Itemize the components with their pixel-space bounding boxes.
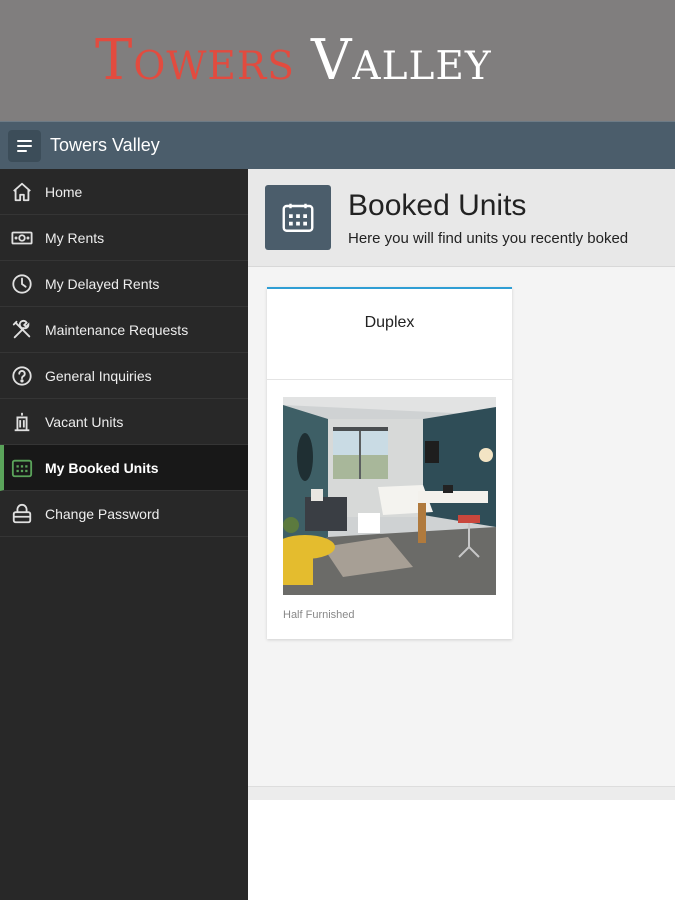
sidebar-item-label: General Inquiries	[45, 367, 152, 384]
sidebar-item-general-inquiries[interactable]: General Inquiries	[0, 353, 248, 399]
page-title: Booked Units	[348, 189, 527, 222]
card-divider	[267, 379, 512, 380]
calendar-icon	[10, 456, 34, 480]
sidebar-item-label: My Rents	[45, 229, 105, 246]
brand-logo: Towers Valley	[95, 28, 492, 94]
app-banner: Towers Valley	[0, 0, 675, 121]
lock-icon	[10, 502, 34, 526]
main-footer-strip	[248, 786, 675, 800]
logo-word-valley: Valley	[310, 28, 492, 93]
app-title: Towers Valley	[50, 135, 160, 155]
page-subtitle: Here you will find units you recently bo…	[348, 230, 629, 247]
sidebar-item-label: Change Password	[45, 505, 160, 522]
sidebar-item-label: Vacant Units	[45, 413, 124, 430]
sidebar-item-label: Home	[45, 183, 83, 200]
calendar-icon	[265, 185, 331, 250]
unit-card[interactable]: Duplex Half Furnished	[267, 287, 512, 639]
sidebar-item-home[interactable]: Home	[0, 169, 248, 215]
menu-icon-line	[17, 150, 27, 152]
sidebar-item-change-password[interactable]: Change Password	[0, 491, 248, 537]
unit-card-title: Duplex	[364, 314, 415, 331]
sidebar-item-label: My Booked Units	[45, 459, 159, 476]
menu-toggle-button[interactable]	[8, 130, 41, 162]
sidebar-item-my-delayed-rents[interactable]: My Delayed Rents	[0, 261, 248, 307]
room-photo[interactable]	[283, 397, 496, 595]
menu-icon	[17, 140, 32, 142]
money-icon	[10, 226, 34, 250]
menu-icon-line	[17, 145, 32, 147]
sidebar-item-vacant-units[interactable]: Vacant Units	[0, 399, 248, 445]
sidebar-item-my-booked-units[interactable]: My Booked Units	[0, 445, 248, 491]
building-icon	[10, 410, 34, 434]
sidebar-item-label: My Delayed Rents	[45, 275, 160, 292]
home-icon	[10, 180, 34, 204]
question-icon	[10, 364, 34, 388]
sidebar-item-label: Maintenance Requests	[45, 321, 189, 338]
page-header: Booked Units Here you will find units yo…	[248, 169, 675, 267]
sidebar-item-maintenance-requests[interactable]: Maintenance Requests	[0, 307, 248, 353]
main-content: Booked Units Here you will find units yo…	[248, 169, 675, 800]
sidebar-nav: Home My Rents My Delayed Rents Maintenan…	[0, 169, 248, 900]
unit-card-caption: Half Furnished	[283, 609, 355, 621]
sidebar-item-my-rents[interactable]: My Rents	[0, 215, 248, 261]
top-bar: Towers Valley	[0, 121, 675, 169]
clock-icon	[10, 272, 34, 296]
tools-icon	[10, 318, 34, 342]
logo-word-towers: Towers	[95, 28, 295, 93]
